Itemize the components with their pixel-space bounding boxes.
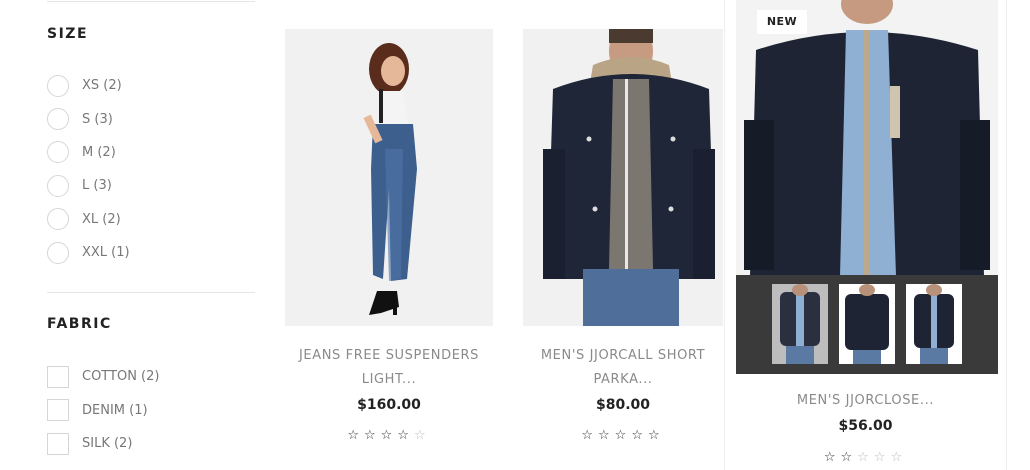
star-filled-icon: ☆ bbox=[347, 428, 365, 443]
star-filled-icon: ☆ bbox=[614, 428, 632, 443]
product-title[interactable]: JEANS FREE SUSPENDERS LIGHT... bbox=[285, 344, 493, 392]
man-in-navy-parka-image bbox=[543, 29, 715, 326]
size-option-s[interactable]: S (3) bbox=[47, 102, 130, 135]
filter-sidebar: SIZE XS (2) S (3) M (2) L (3) XL (2) XXL… bbox=[47, 0, 257, 470]
fabric-filter-title: FABRIC bbox=[47, 316, 112, 332]
checkbox[interactable] bbox=[47, 365, 69, 388]
product-image[interactable] bbox=[285, 29, 493, 326]
woman-in-denim-overalls-image bbox=[363, 43, 417, 315]
product-price: $80.00 bbox=[595, 397, 651, 413]
fabric-option-label: COTTON (2) bbox=[82, 369, 160, 385]
star-rating: ☆☆☆☆☆ bbox=[285, 428, 493, 443]
man-in-navy-jacket-image bbox=[744, 0, 990, 276]
product-title-line: LIGHT... bbox=[361, 372, 417, 387]
product-price: $160.00 bbox=[357, 397, 421, 413]
fabric-options: COTTON (2) DENIM (1) SILK (2) bbox=[47, 360, 159, 461]
size-option-xl[interactable]: XL (2) bbox=[47, 203, 130, 236]
fabric-option-label: SILK (2) bbox=[82, 436, 133, 452]
star-empty-icon: ☆ bbox=[413, 428, 431, 443]
thumbnail-image-2[interactable] bbox=[839, 284, 895, 364]
size-option-l[interactable]: L (3) bbox=[47, 169, 130, 202]
star-filled-icon: ☆ bbox=[364, 428, 381, 443]
size-option-label: XS (2) bbox=[82, 78, 122, 94]
checkbox[interactable] bbox=[47, 432, 69, 455]
product-image[interactable] bbox=[523, 29, 723, 326]
star-empty-icon: ☆ bbox=[873, 450, 891, 465]
divider bbox=[47, 292, 255, 293]
radio-button[interactable] bbox=[47, 241, 69, 264]
star-empty-icon: ☆ bbox=[890, 450, 908, 465]
size-option-m[interactable]: M (2) bbox=[47, 136, 130, 169]
star-filled-icon: ☆ bbox=[380, 428, 398, 443]
star-filled-icon: ☆ bbox=[647, 428, 665, 443]
product-title-line: PARKA... bbox=[593, 372, 653, 387]
fabric-option-label: DENIM (1) bbox=[82, 402, 148, 418]
thumbnail-jacket-detail bbox=[914, 284, 954, 364]
radio-button[interactable] bbox=[47, 74, 69, 97]
star-filled-icon: ☆ bbox=[631, 428, 648, 443]
star-filled-icon: ☆ bbox=[397, 428, 414, 443]
size-option-label: M (2) bbox=[82, 144, 116, 160]
fabric-option-cotton[interactable]: COTTON (2) bbox=[47, 360, 159, 394]
new-badge: NEW bbox=[757, 10, 807, 34]
radio-button[interactable] bbox=[47, 174, 69, 197]
radio-button[interactable] bbox=[47, 108, 69, 131]
radio-button[interactable] bbox=[47, 141, 69, 164]
star-filled-icon: ☆ bbox=[598, 428, 615, 443]
size-option-xxl[interactable]: XXL (1) bbox=[47, 236, 130, 269]
product-title-line: MEN'S JJORCALL SHORT bbox=[540, 348, 706, 363]
product-title[interactable]: MEN'S JJORCALL SHORT PARKA... bbox=[511, 344, 735, 392]
fabric-option-silk[interactable]: SILK (2) bbox=[47, 427, 159, 461]
star-filled-icon: ☆ bbox=[840, 450, 858, 465]
star-rating: ☆☆☆☆☆ bbox=[725, 450, 1006, 465]
thumbnail-jacket-back bbox=[845, 284, 889, 364]
thumbnail-strip bbox=[736, 275, 998, 374]
size-option-label: XL (2) bbox=[82, 211, 121, 227]
star-rating: ☆☆☆☆☆ bbox=[523, 428, 723, 443]
size-option-xs[interactable]: XS (2) bbox=[47, 69, 130, 102]
star-filled-icon: ☆ bbox=[581, 428, 599, 443]
thumbnail-jacket-front bbox=[780, 284, 820, 364]
product-image[interactable]: NEW bbox=[736, 0, 998, 276]
checkbox[interactable] bbox=[47, 399, 69, 422]
size-option-label: L (3) bbox=[82, 178, 112, 194]
star-filled-icon: ☆ bbox=[823, 450, 841, 465]
divider bbox=[47, 1, 255, 2]
size-options: XS (2) S (3) M (2) L (3) XL (2) XXL (1) bbox=[47, 69, 130, 269]
size-filter-title: SIZE bbox=[47, 26, 89, 42]
product-card-hovered[interactable]: NEW MEN'S JJORCLOSE... $56.00 ☆☆☆☆☆ bbox=[724, 0, 1007, 470]
size-option-label: XXL (1) bbox=[82, 245, 130, 261]
product-title[interactable]: MEN'S JJORCLOSE... bbox=[725, 389, 1006, 413]
product-price: $56.00 bbox=[838, 418, 893, 434]
star-empty-icon: ☆ bbox=[857, 450, 874, 465]
thumbnail-image-1[interactable] bbox=[772, 284, 828, 364]
fabric-option-denim[interactable]: DENIM (1) bbox=[47, 394, 159, 428]
size-option-label: S (3) bbox=[82, 111, 113, 127]
product-title-line: JEANS FREE SUSPENDERS bbox=[298, 348, 480, 363]
thumbnail-image-3[interactable] bbox=[906, 284, 962, 364]
radio-button[interactable] bbox=[47, 208, 69, 231]
